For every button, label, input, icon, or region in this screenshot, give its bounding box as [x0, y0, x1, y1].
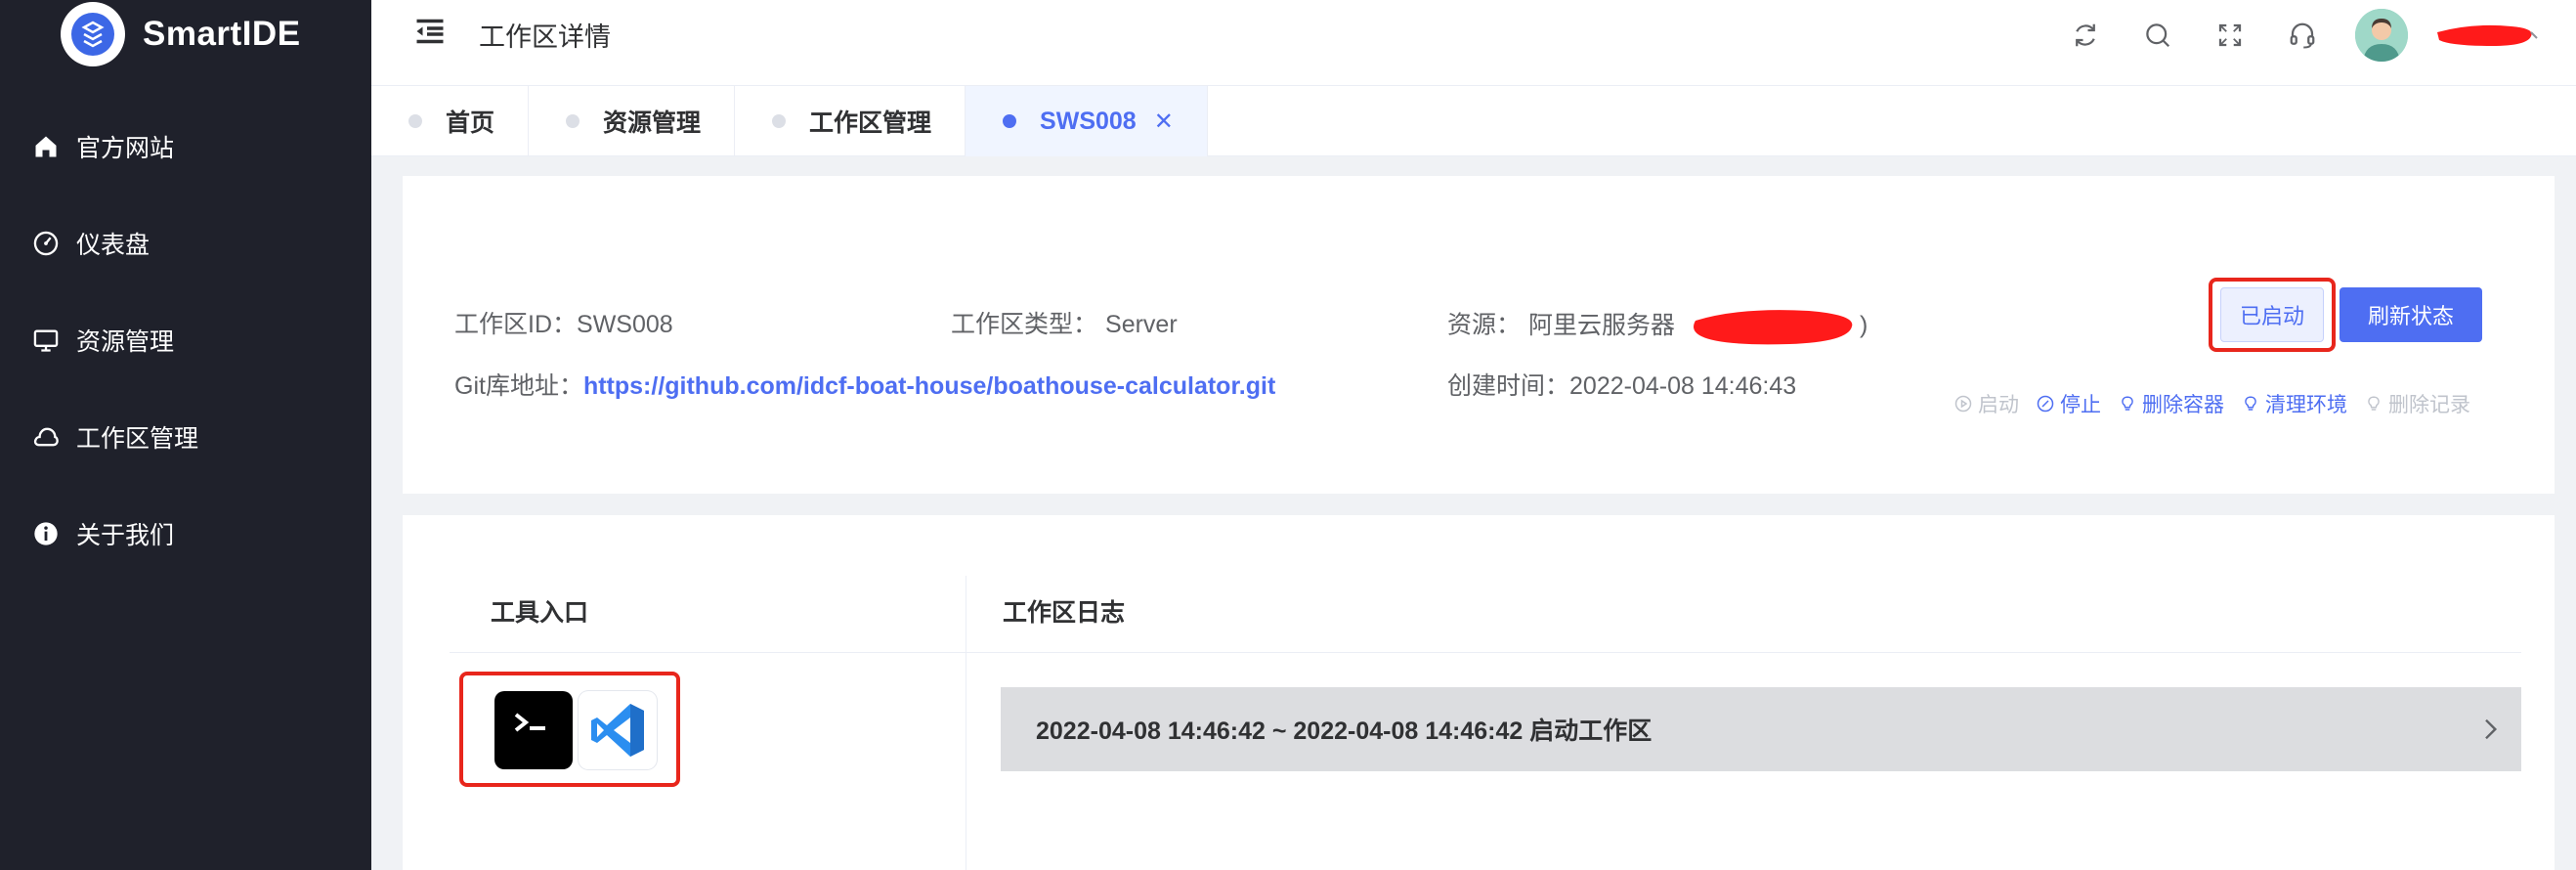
sidebar-item-label: 仪表盘	[76, 231, 150, 259]
resource-value: 阿里云服务器	[1528, 311, 1676, 339]
page-title: 工作区详情	[479, 22, 611, 52]
bulb-icon	[2122, 396, 2133, 411]
terminal-tool-button[interactable]	[494, 691, 573, 769]
log-entry-row[interactable]: 2022-04-08 14:46:42 ~ 2022-04-08 14:46:4…	[1001, 687, 2521, 771]
git-url-label: Git库地址：	[454, 372, 583, 400]
monitor-icon	[31, 326, 61, 355]
tab-label: SWS008	[1040, 107, 1137, 135]
tab-status-dot	[1003, 114, 1017, 128]
start-action-label: 启动	[1978, 394, 2019, 416]
tab-label: 资源管理	[603, 109, 702, 137]
play-icon	[1954, 395, 1972, 413]
close-icon[interactable]: ✕	[1154, 108, 1174, 136]
tab-status-dot	[566, 114, 580, 128]
stop-action-label: 停止	[2060, 394, 2101, 416]
tab-workspaces[interactable]: 工作区管理	[735, 86, 966, 156]
tools-heading: 工具入口	[491, 599, 589, 627]
resource-label: 资源：	[1447, 311, 1522, 339]
created-time-value: 2022-04-08 14:46:43	[1569, 372, 1797, 400]
workspace-actions: 启动 停止 删除容器 清理环境 删除记录	[1954, 389, 2488, 418]
sidebar-item-dashboard[interactable]: 仪表盘	[0, 195, 371, 291]
workspace-detail-card: 工具入口 工作区日志 2022-04-08 14:46:42 ~ 2022-04…	[403, 515, 2555, 870]
vscode-tool-button[interactable]	[579, 691, 657, 769]
delete-record-label: 删除记录	[2388, 394, 2470, 416]
refresh-status-button[interactable]: 刷新状态	[2340, 287, 2482, 342]
workspace-id-label: 工作区ID：	[454, 311, 578, 338]
sidebar-nav: 官方网站 仪表盘 资源管理 工作区管理 关于我们	[0, 98, 371, 582]
brand[interactable]: SmartIDE	[61, 2, 301, 66]
sidebar-item-workspaces[interactable]: 工作区管理	[0, 388, 371, 485]
workspace-type-label: 工作区类型：	[951, 311, 1098, 338]
created-time-label: 创建时间：	[1447, 372, 1570, 400]
sidebar-item-label: 工作区管理	[76, 424, 199, 453]
delete-container-action[interactable]: 删除容器	[2119, 389, 2224, 418]
chevron-right-icon	[2474, 714, 2506, 750]
sidebar-item-official-site[interactable]: 官方网站	[0, 98, 371, 195]
username-redaction	[2433, 21, 2541, 50]
git-url-field: Git库地址：https://github.com/idcf-boat-hous…	[454, 367, 1275, 402]
terminal-icon	[514, 713, 545, 732]
smartide-logo-icon	[61, 2, 125, 66]
tab-bar: 首页 资源管理 工作区管理 SWS008 ✕	[371, 86, 2576, 156]
bulb-icon	[2245, 396, 2256, 411]
tab-resources[interactable]: 资源管理	[529, 86, 736, 156]
stop-action[interactable]: 停止	[2037, 389, 2101, 418]
user-avatar[interactable]	[2355, 9, 2408, 62]
logs-heading: 工作区日志	[1003, 599, 1126, 627]
resource-redaction	[1693, 310, 1853, 345]
clean-env-action[interactable]: 清理环境	[2242, 389, 2347, 418]
created-time-field: 创建时间：2022-04-08 14:46:43	[1447, 367, 1796, 402]
delete-record-action[interactable]: 删除记录	[2365, 389, 2470, 418]
brand-name: SmartIDE	[143, 15, 301, 53]
vscode-icon	[591, 704, 644, 757]
sidebar-item-label: 官方网站	[76, 134, 175, 162]
resource-suffix: )	[1859, 311, 1868, 339]
menu-fold-icon[interactable]	[412, 14, 448, 49]
start-action[interactable]: 启动	[1954, 389, 2019, 418]
table-divider	[450, 652, 2521, 653]
sidebar-item-about[interactable]: 关于我们	[0, 485, 371, 582]
tab-label: 首页	[446, 109, 495, 137]
cloud-icon	[31, 422, 61, 452]
headset-icon[interactable]	[2283, 16, 2322, 55]
delete-container-label: 删除容器	[2142, 394, 2224, 416]
tab-home[interactable]: 首页	[371, 86, 530, 156]
sidebar: SmartIDE 官方网站 仪表盘 资源管理 工作区管理 关于我们	[0, 0, 371, 870]
refresh-icon[interactable]	[2066, 16, 2105, 55]
git-url-link[interactable]: https://github.com/idcf-boat-house/boath…	[583, 372, 1275, 400]
info-icon	[31, 519, 61, 548]
dashboard-icon	[31, 229, 61, 258]
resource-field: 资源： 阿里云服务器 )	[1447, 305, 1868, 348]
workspace-type-value: Server	[1105, 311, 1178, 338]
tab-label: 工作区管理	[809, 109, 932, 137]
sidebar-item-label: 关于我们	[76, 521, 175, 549]
sidebar-item-label: 资源管理	[76, 327, 175, 356]
log-entry-text: 2022-04-08 14:46:42 ~ 2022-04-08 14:46:4…	[1036, 718, 1653, 745]
workspace-type-field: 工作区类型： Server	[951, 305, 1178, 340]
search-icon[interactable]	[2138, 16, 2177, 55]
tab-status-dot	[408, 114, 422, 128]
sidebar-item-resources[interactable]: 资源管理	[0, 291, 371, 388]
clean-env-label: 清理环境	[2265, 394, 2347, 416]
tab-sws008[interactable]: SWS008 ✕	[966, 86, 1208, 156]
header-toolbar	[2066, 9, 2576, 62]
workspace-id-field: 工作区ID：SWS008	[454, 305, 673, 340]
tab-status-dot	[772, 114, 787, 128]
workspace-info-card: 工作区ID：SWS008 工作区类型： Server 资源： 阿里云服务器 ) Gi…	[403, 176, 2555, 494]
fullscreen-icon[interactable]	[2211, 16, 2250, 55]
status-started-button[interactable]: 已启动	[2220, 287, 2324, 342]
top-header: 工作区详情	[371, 0, 2576, 86]
stop-icon	[2037, 395, 2054, 413]
workspace-id-value: SWS008	[577, 311, 673, 338]
bulb-icon	[2368, 396, 2380, 411]
home-icon	[31, 132, 61, 161]
